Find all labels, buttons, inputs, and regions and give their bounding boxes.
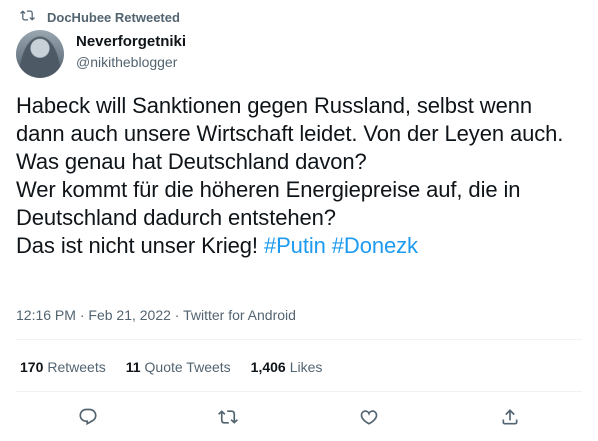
meta-separator: · <box>79 307 85 323</box>
reply-icon <box>76 407 100 427</box>
hashtag-putin[interactable]: #Putin <box>264 233 326 258</box>
tweet-date[interactable]: Feb 21, 2022 <box>88 307 171 323</box>
divider <box>16 339 582 340</box>
retweet-indicator[interactable]: DocHubee Retweeted <box>20 8 180 26</box>
action-bar <box>0 405 598 431</box>
share-button[interactable] <box>498 405 522 429</box>
retweets-count: 170 <box>20 359 44 375</box>
retweet-icon <box>216 407 240 427</box>
reply-button[interactable] <box>76 405 100 429</box>
retweet-label: DocHubee Retweeted <box>47 9 180 25</box>
share-icon <box>498 407 522 427</box>
retweets-stat[interactable]: 170 Retweets <box>20 359 106 375</box>
retweet-icon <box>20 8 47 26</box>
tweet-meta: 12:16 PM · Feb 21, 2022 · Twitter for An… <box>16 306 296 324</box>
avatar[interactable] <box>16 30 64 78</box>
likes-stat[interactable]: 1,406 Likes <box>251 359 323 375</box>
author-display-name[interactable]: Neverforgetniki <box>76 32 186 52</box>
heart-icon <box>357 407 381 427</box>
meta-separator: · <box>174 307 180 323</box>
retweet-button[interactable] <box>216 405 240 429</box>
tweet-text: Habeck will Sanktionen gegen Russland, s… <box>16 92 576 260</box>
quote-tweets-label: Quote Tweets <box>144 359 231 375</box>
tweet-source[interactable]: Twitter for Android <box>183 307 296 323</box>
quote-tweets-count: 11 <box>125 359 141 375</box>
hashtag-donezk[interactable]: #Donezk <box>332 233 418 258</box>
like-button[interactable] <box>357 405 381 429</box>
divider <box>16 391 582 392</box>
author-block[interactable]: Neverforgetniki @nikitheblogger <box>76 32 186 72</box>
author-handle[interactable]: @nikitheblogger <box>76 52 186 72</box>
tweet-time[interactable]: 12:16 PM <box>16 307 76 323</box>
likes-count: 1,406 <box>250 359 286 375</box>
tweet-stats: 170 Retweets 11 Quote Tweets 1,406 Likes <box>20 359 322 375</box>
quote-tweets-stat[interactable]: 11 Quote Tweets <box>126 359 231 375</box>
likes-label: Likes <box>289 359 323 375</box>
retweets-label: Retweets <box>47 359 106 375</box>
